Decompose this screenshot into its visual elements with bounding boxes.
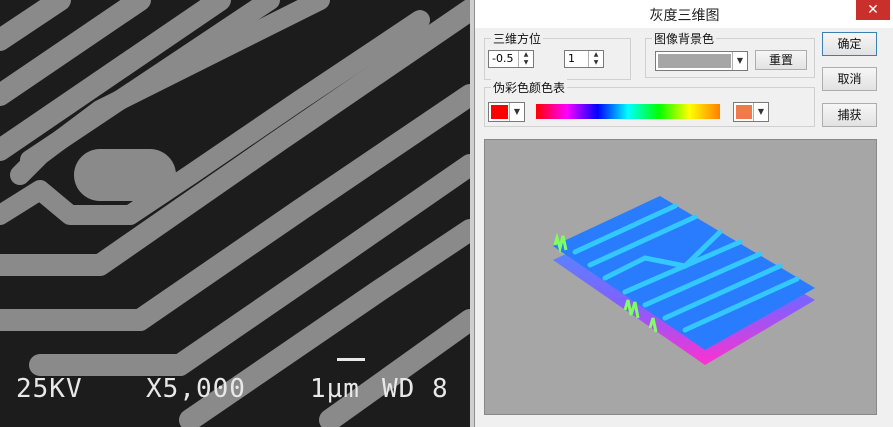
- sem-magnification-label: X5,000: [146, 374, 246, 404]
- chevron-down-icon[interactable]: ▼: [509, 103, 524, 121]
- sem-traces: [0, 0, 470, 427]
- pseudo-color-label: 伪彩色颜色表: [491, 79, 568, 96]
- 3d-surface-plot: [553, 196, 815, 365]
- spin-arrows-icon[interactable]: ▲ ▼: [588, 51, 603, 67]
- background-label: 图像背景色: [652, 30, 717, 47]
- grayscale-3d-dialog: 灰度三维图 ✕ 三维方位 -0.5 ▲ ▼ 1 ▲ ▼ 图像背景色 ▼ 重置 伪彩色…: [474, 0, 893, 427]
- background-color-swatch: [658, 54, 731, 68]
- end-color-swatch: [736, 105, 752, 119]
- pseudo-color-gradient: [536, 104, 720, 119]
- close-button[interactable]: ✕: [856, 0, 890, 20]
- sem-wd-label: WD 8: [382, 374, 449, 404]
- orientation-label: 三维方位: [491, 30, 544, 47]
- background-color-select[interactable]: ▼: [655, 51, 748, 71]
- reset-button[interactable]: 重置: [755, 50, 807, 70]
- ok-button[interactable]: 确定: [822, 32, 877, 56]
- chevron-down-icon[interactable]: ▼: [732, 52, 747, 70]
- start-color-swatch: [491, 105, 508, 119]
- cancel-button[interactable]: 取消: [822, 67, 877, 91]
- chevron-down-icon[interactable]: ▼: [753, 103, 768, 121]
- sem-voltage-label: 25KV: [16, 374, 83, 404]
- end-color-select[interactable]: ▼: [733, 102, 769, 122]
- 3d-view[interactable]: [484, 139, 877, 415]
- close-icon: ✕: [867, 2, 879, 18]
- start-color-select[interactable]: ▼: [488, 102, 525, 122]
- orientation-a-stepper[interactable]: -0.5 ▲ ▼: [488, 50, 534, 68]
- spin-arrows-icon[interactable]: ▲ ▼: [518, 51, 533, 67]
- capture-button[interactable]: 捕获: [822, 103, 877, 127]
- sem-image: 25KV X5,000 1µm WD 8: [0, 0, 470, 427]
- title-bar: 灰度三维图 ✕: [475, 0, 893, 28]
- orientation-b-value: 1: [568, 52, 575, 65]
- dialog-title: 灰度三维图: [649, 8, 720, 24]
- sem-scale-label: 1µm: [310, 374, 360, 404]
- orientation-a-value: -0.5: [492, 52, 514, 65]
- orientation-b-stepper[interactable]: 1 ▲ ▼: [564, 50, 604, 68]
